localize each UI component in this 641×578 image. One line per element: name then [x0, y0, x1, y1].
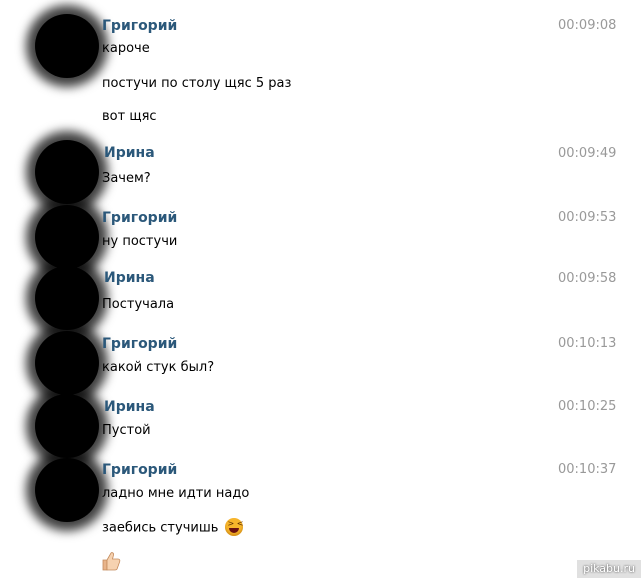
message-text: Пустой: [102, 423, 151, 438]
sender-name[interactable]: Григорий: [102, 210, 177, 226]
sender-name[interactable]: Ирина: [104, 145, 155, 161]
avatar[interactable]: [35, 331, 99, 395]
avatar[interactable]: [35, 14, 99, 78]
message-timestamp: 00:09:49: [558, 146, 617, 161]
avatar[interactable]: [35, 205, 99, 269]
sender-name[interactable]: Ирина: [104, 399, 155, 415]
message-text: вот щяс: [102, 109, 157, 124]
message-text: Зачем?: [102, 171, 151, 186]
watermark: pikabu.ru: [577, 560, 641, 578]
sender-name[interactable]: Ирина: [104, 270, 155, 286]
message-text: какой стук был?: [102, 360, 215, 375]
avatar[interactable]: [35, 140, 99, 204]
sender-name[interactable]: Григорий: [102, 462, 177, 478]
message-text: ладно мне идти надо: [102, 486, 250, 501]
message-timestamp: 00:10:13: [558, 336, 617, 351]
message-timestamp: 00:09:53: [558, 210, 617, 225]
sender-name[interactable]: Григорий: [102, 336, 177, 352]
message-timestamp: 00:10:37: [558, 462, 617, 477]
thumbs-up-emoji-icon: [100, 550, 122, 576]
message-text: постучи по столу щяс 5 раз: [102, 76, 292, 91]
message-text: заебись стучишь: [102, 520, 219, 536]
message-text-with-emoji: заебись стучишь > <: [102, 518, 243, 537]
message-timestamp: 00:10:25: [558, 399, 617, 414]
sender-name[interactable]: Григорий: [102, 18, 177, 34]
message-text: кароче: [102, 41, 150, 56]
message-text: ну постучи: [102, 234, 178, 249]
laughing-emoji-icon: > <: [224, 518, 243, 536]
avatar[interactable]: [35, 394, 99, 458]
message-text: Постучала: [102, 297, 175, 312]
message-timestamp: 00:09:08: [558, 18, 617, 33]
avatar[interactable]: [35, 266, 99, 330]
avatar[interactable]: [35, 458, 99, 522]
message-timestamp: 00:09:58: [558, 271, 617, 286]
